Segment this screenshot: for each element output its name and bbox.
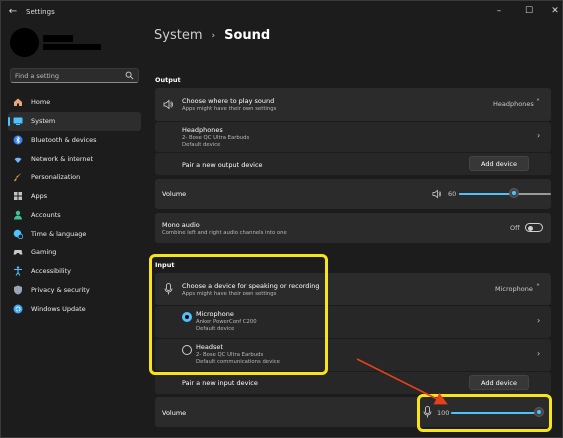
annotation-arrow	[356, 358, 448, 405]
settings-window: ← Settings – ☐ ✕ Home System Bluetooth &…	[0, 0, 563, 438]
